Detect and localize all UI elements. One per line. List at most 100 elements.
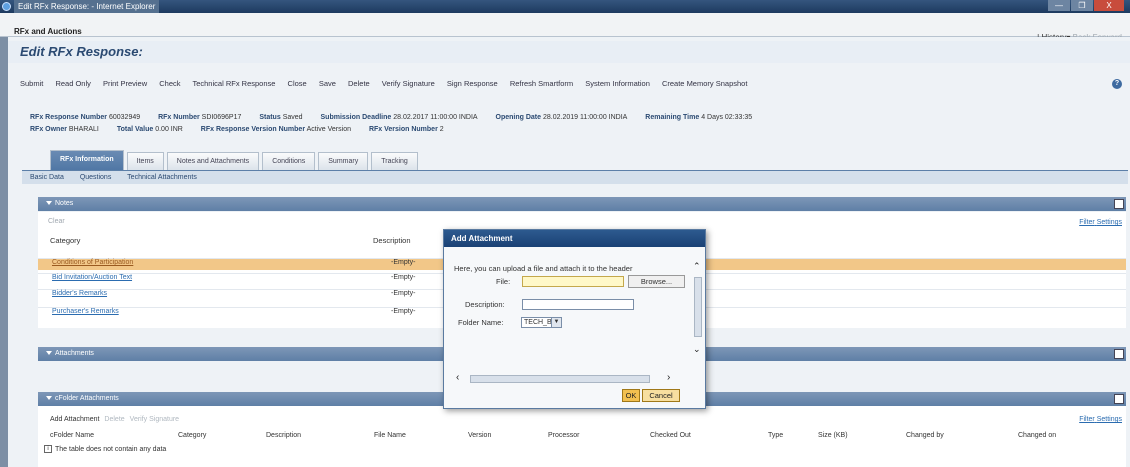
toolbar-refresh-smartform[interactable]: Refresh Smartform: [510, 79, 573, 88]
left-edge: [0, 37, 8, 467]
notes-settings-link[interactable]: Settings: [1097, 219, 1122, 226]
header-field: RFx Owner BHARALI: [30, 124, 99, 136]
cfolder-actions: Add Attachment Delete Verify Signature: [50, 416, 179, 423]
scroll-left-icon[interactable]: ‹: [456, 372, 459, 383]
column-file-name: File Name: [374, 432, 406, 439]
column-cfolder-name: cFolder Name: [50, 432, 94, 439]
header-field: RFx Version Number 2: [369, 124, 444, 136]
column-description: Description: [266, 432, 302, 439]
maximize-section-icon[interactable]: [1114, 199, 1124, 209]
browse-button[interactable]: Browse...: [628, 275, 685, 288]
header-field: Remaining Time 4 Days 02:33:35: [645, 112, 752, 124]
help-icon[interactable]: ?: [1112, 79, 1122, 89]
toolbar-delete[interactable]: Delete: [348, 79, 370, 88]
toolbar-system-information[interactable]: System Information: [585, 79, 650, 88]
category-link[interactable]: Purchaser's Remarks: [52, 308, 119, 315]
tab-tracking[interactable]: Tracking: [371, 152, 418, 170]
column-version: Version: [468, 432, 492, 439]
category-link[interactable]: Conditions of Participation: [52, 259, 133, 266]
notes-filter-settings: Filter Settings: [1079, 219, 1122, 226]
folder-name-select[interactable]: TECH_BI ▼: [521, 317, 562, 328]
scroll-right-icon[interactable]: ›: [667, 372, 670, 383]
toolbar-create-memory-snapshot[interactable]: Create Memory Snapshot: [662, 79, 747, 88]
toolbar-print-preview[interactable]: Print Preview: [103, 79, 147, 88]
cfolder-settings-link[interactable]: Settings: [1097, 416, 1122, 423]
category-link[interactable]: Bidder's Remarks: [52, 290, 107, 297]
description-cell: -Empty-: [391, 308, 416, 315]
maximize-section-icon[interactable]: [1114, 394, 1124, 404]
field-label: RFx Response Number: [30, 114, 108, 121]
app-name: RFx and Auctions: [14, 27, 82, 36]
close-window-button[interactable]: X: [1094, 0, 1124, 11]
internet-explorer-icon: [2, 2, 11, 11]
empty-table-message: i The table does not contain any data: [44, 445, 166, 453]
header-row-1: RFx Response Number 60032949 RFx Number …: [30, 112, 1090, 124]
folder-name-label: Folder Name:: [458, 318, 504, 327]
column-changed-on: Changed on: [1018, 432, 1057, 439]
subtab-basic-data[interactable]: Basic Data: [30, 174, 64, 181]
notes-filter-link[interactable]: Filter: [1079, 219, 1095, 226]
header-field: RFx Number SDI0696P17: [158, 112, 241, 124]
add-attachment-button[interactable]: Add Attachment: [50, 416, 99, 423]
toolbar-technical-rfx-response[interactable]: Technical RFx Response: [192, 79, 275, 88]
scroll-thumb[interactable]: [694, 277, 702, 337]
cancel-button[interactable]: Cancel: [642, 389, 680, 402]
tab-notes-and-attachments[interactable]: Notes and Attachments: [166, 152, 260, 170]
tab-conditions[interactable]: Conditions: [262, 152, 316, 170]
window-title: Edit RFx Response: - Internet Explorer: [14, 0, 160, 13]
toolbar-close[interactable]: Close: [288, 79, 307, 88]
field-label: RFx Response Version Number: [200, 126, 306, 133]
minimize-button[interactable]: —: [1048, 0, 1070, 11]
header-row-2: RFx Owner BHARALI Total Value 0.00 INR R…: [30, 124, 1090, 136]
description-cell: -Empty-: [391, 259, 416, 266]
delete-button[interactable]: Delete: [104, 416, 124, 423]
toolbar-sign-response[interactable]: Sign Response: [447, 79, 498, 88]
chevron-down-icon[interactable]: ▼: [551, 318, 561, 327]
category-link[interactable]: Bid Invitation/Auction Text: [52, 274, 132, 281]
scroll-down-icon[interactable]: ⌄: [693, 344, 701, 355]
window-controls: — ❐ X: [1048, 0, 1124, 11]
tab-rfx-information[interactable]: RFx Information: [50, 150, 124, 170]
tab-items[interactable]: Items: [126, 152, 164, 170]
toolbar-check[interactable]: Check: [159, 79, 180, 88]
subtab-questions[interactable]: Questions: [80, 174, 112, 181]
info-icon: i: [44, 445, 52, 453]
collapse-triangle-icon: [46, 396, 52, 401]
scroll-up-icon[interactable]: ⌃: [693, 261, 701, 272]
column-changed-by: Changed by: [906, 432, 944, 439]
column-processor: Processor: [548, 432, 580, 439]
scroll-thumb[interactable]: [470, 375, 650, 383]
column-category: Category: [50, 236, 81, 245]
restore-button[interactable]: ❐: [1071, 0, 1093, 11]
toolbar-read-only[interactable]: Read Only: [55, 79, 90, 88]
description-cell: -Empty-: [391, 290, 416, 297]
vertical-scrollbar[interactable]: ⌃ ⌄: [691, 247, 705, 373]
column-description: Description: [373, 236, 411, 245]
cfolder-filter-link[interactable]: Filter: [1079, 416, 1095, 423]
file-input[interactable]: [522, 276, 624, 287]
cfolder-filter-settings: Filter Settings: [1079, 416, 1122, 423]
field-value: Saved: [282, 114, 303, 121]
maximize-section-icon[interactable]: [1114, 349, 1124, 359]
toolbar-save[interactable]: Save: [319, 79, 336, 88]
field-label: RFx Number: [158, 114, 200, 121]
verify-signature-button[interactable]: Verify Signature: [130, 416, 179, 423]
ok-button[interactable]: OK: [622, 389, 640, 402]
horizontal-scrollbar[interactable]: ‹ ›: [454, 372, 691, 385]
column-checked-out: Checked Out: [650, 432, 691, 439]
column-category: Category: [178, 432, 207, 439]
notes-section-header[interactable]: Notes: [38, 197, 1126, 211]
subtab-technical-attachments[interactable]: Technical Attachments: [127, 174, 197, 181]
tab-summary[interactable]: Summary: [318, 152, 369, 170]
toolbar-verify-signature[interactable]: Verify Signature: [382, 79, 435, 88]
sub-tabs: Basic Data Questions Technical Attachmen…: [22, 170, 1128, 184]
field-value: 60032949: [108, 114, 141, 121]
action-toolbar: Submit Read Only Print Preview Check Tec…: [20, 76, 1125, 92]
field-value: BHARALI: [68, 126, 99, 133]
description-cell: -Empty-: [391, 274, 416, 281]
column-type: Type: [768, 432, 784, 439]
header-field: Submission Deadline 28.02.2017 11:00:00 …: [321, 112, 478, 124]
toolbar-submit[interactable]: Submit: [20, 79, 43, 88]
description-input[interactable]: [522, 299, 634, 310]
field-value: SDI0696P17: [201, 114, 242, 121]
